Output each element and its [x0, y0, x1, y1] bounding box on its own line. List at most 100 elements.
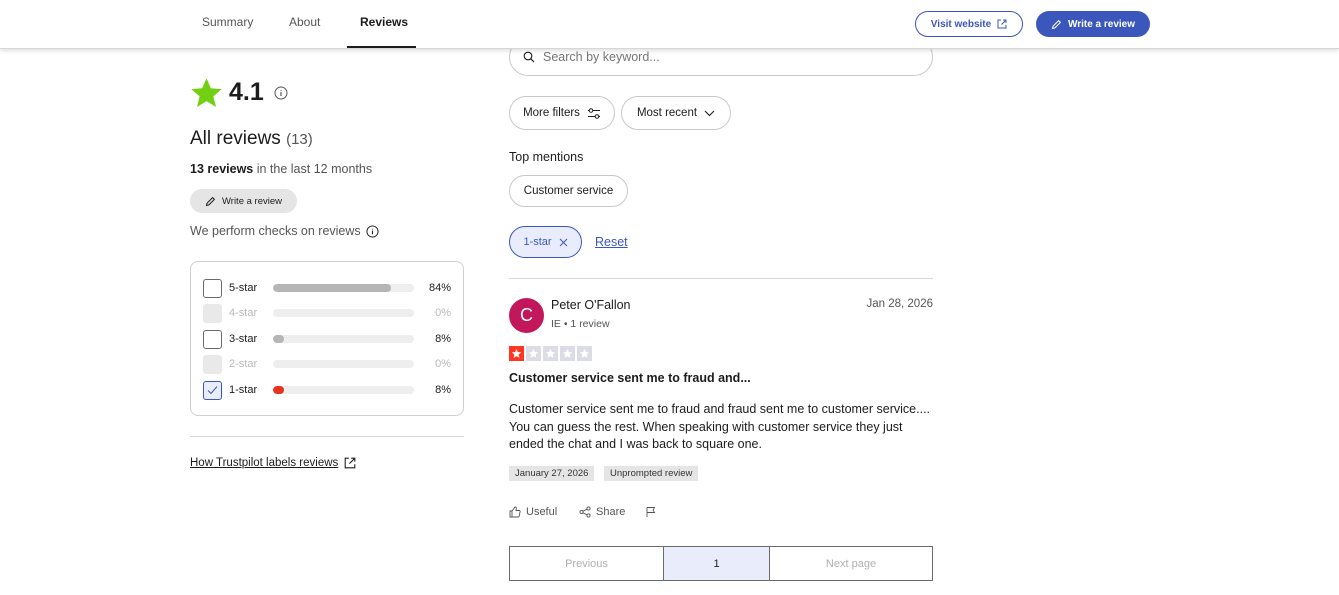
star-filter-label: 2-star: [229, 358, 258, 370]
reset-filters-link[interactable]: Reset: [595, 235, 628, 249]
star-empty-icon: [526, 346, 541, 361]
info-icon[interactable]: [366, 224, 379, 238]
star-distribution-bar: [273, 284, 414, 292]
active-tab-indicator: [347, 46, 416, 48]
divider: [190, 436, 464, 437]
tab-summary[interactable]: Summary: [202, 0, 253, 48]
mention-chip-customer-service[interactable]: Customer service: [509, 175, 628, 207]
write-review-label: Write a review: [1067, 18, 1136, 30]
sort-dropdown[interactable]: Most recent: [621, 96, 731, 130]
review-title[interactable]: Customer service sent me to fraud and...: [509, 371, 751, 385]
reviewer-name[interactable]: Peter O'Fallon: [551, 298, 631, 312]
chevron-down-icon: [704, 110, 715, 116]
star-filter-label: 3-star: [229, 333, 258, 345]
sort-label: Most recent: [636, 107, 698, 119]
star-distribution-bar: [273, 309, 414, 317]
write-review-small-button[interactable]: Write a review: [190, 189, 297, 213]
search-input[interactable]: [543, 50, 903, 64]
sliders-icon: [587, 107, 600, 119]
star-distribution-bar: [273, 360, 414, 368]
more-filters-button[interactable]: More filters: [509, 96, 615, 130]
overall-rating: 4.1: [190, 76, 288, 109]
review-star-rating: [509, 346, 592, 361]
avatar[interactable]: C: [509, 298, 544, 333]
checks-label: We perform checks on reviews: [190, 224, 361, 238]
star-percentage: 84%: [428, 282, 451, 294]
reviewer-meta: IE • 1 review: [551, 318, 610, 330]
reviews-period-text: 13 reviews in the last 12 months: [190, 162, 372, 176]
share-icon: [579, 506, 591, 518]
search-icon: [523, 51, 535, 63]
star-empty-icon: [560, 346, 575, 361]
star-filter-checkbox: [203, 303, 222, 323]
pagination: Previous 1 Next page: [509, 546, 933, 581]
visit-website-label: Visit website: [930, 18, 992, 30]
star-filter-label: 4-star: [229, 307, 258, 319]
star-filter-checkbox[interactable]: [203, 329, 222, 349]
share-label: Share: [596, 506, 626, 518]
report-button[interactable]: [645, 506, 657, 518]
star-distribution-fill: [273, 335, 285, 343]
star-filter-row-2: 2-star 0%: [203, 354, 451, 374]
pencil-icon: [205, 196, 216, 206]
star-filter-checkbox[interactable]: [203, 380, 222, 400]
useful-button[interactable]: Useful: [509, 506, 557, 518]
all-reviews-count: (13): [286, 131, 313, 148]
close-icon[interactable]: [559, 238, 568, 247]
active-filter-chip[interactable]: 1-star: [509, 226, 582, 258]
top-mentions-heading: Top mentions: [509, 150, 584, 164]
write-review-small-label: Write a review: [221, 195, 282, 207]
visit-website-button[interactable]: Visit website: [915, 11, 1023, 37]
thumbs-up-icon: [509, 506, 521, 518]
external-link-icon: [344, 457, 356, 469]
star-empty-icon: [577, 346, 592, 361]
star-distribution-bar: [273, 335, 414, 343]
star-distribution-fill: [273, 284, 392, 292]
tab-reviews[interactable]: Reviews: [360, 0, 408, 48]
star-filter-label: 1-star: [229, 384, 258, 396]
all-reviews-heading: All reviews (13): [190, 128, 313, 150]
reviews-count-bold: 13 reviews: [190, 162, 254, 176]
star-filter-row-4: 4-star 0%: [203, 303, 451, 323]
review-body: Customer service sent me to fraud and fr…: [509, 402, 931, 451]
next-page-button[interactable]: Next page: [770, 547, 932, 580]
star-filter-row-5[interactable]: 5-star 84%: [203, 278, 451, 298]
top-navigation-bar: Summary About Reviews Visit website Writ…: [0, 0, 1339, 49]
star-filter-label: 5-star: [229, 282, 258, 294]
star-filter-row-1[interactable]: 1-star 8%: [203, 380, 451, 400]
divider: [509, 278, 933, 279]
star-empty-icon: [543, 346, 558, 361]
star-filter-row-3[interactable]: 3-star 8%: [203, 329, 451, 349]
star-percentage: 0%: [435, 307, 451, 319]
more-filters-label: More filters: [523, 107, 580, 119]
flag-icon: [646, 507, 656, 517]
star-percentage: 8%: [435, 333, 451, 345]
external-link-icon: [997, 19, 1007, 29]
active-filter-label: 1-star: [523, 236, 552, 248]
star-distribution-bar: [273, 386, 414, 394]
review-checks-text: We perform checks on reviews: [190, 224, 379, 238]
reviews-count-rest: in the last 12 months: [253, 162, 373, 176]
useful-label: Useful: [526, 506, 558, 518]
labels-reviews-link[interactable]: How Trustpilot labels reviews: [190, 457, 356, 469]
share-button[interactable]: Share: [579, 506, 625, 518]
rating-value: 4.1: [229, 78, 264, 106]
star-filter-checkbox[interactable]: [203, 278, 222, 298]
previous-page-button[interactable]: Previous: [510, 547, 663, 580]
current-page-button[interactable]: 1: [663, 547, 770, 580]
write-review-button[interactable]: Write a review: [1036, 11, 1150, 37]
star-icon: [191, 78, 222, 107]
review-experience-date-tag: January 27, 2026: [509, 466, 595, 481]
all-reviews-label: All reviews: [190, 128, 281, 149]
info-icon[interactable]: [274, 86, 288, 100]
tab-about[interactable]: About: [289, 0, 320, 48]
unprompted-review-tag[interactable]: Unprompted review: [604, 466, 699, 481]
star-distribution-fill: [273, 386, 285, 394]
labels-reviews-link-text: How Trustpilot labels reviews: [190, 457, 339, 469]
star-filled-icon: [509, 346, 524, 361]
star-percentage: 0%: [435, 358, 451, 370]
review-date: Jan 28, 2026: [866, 298, 933, 310]
mention-chip-label: Customer service: [523, 185, 614, 197]
star-percentage: 8%: [435, 384, 451, 396]
pencil-icon: [1051, 19, 1062, 29]
